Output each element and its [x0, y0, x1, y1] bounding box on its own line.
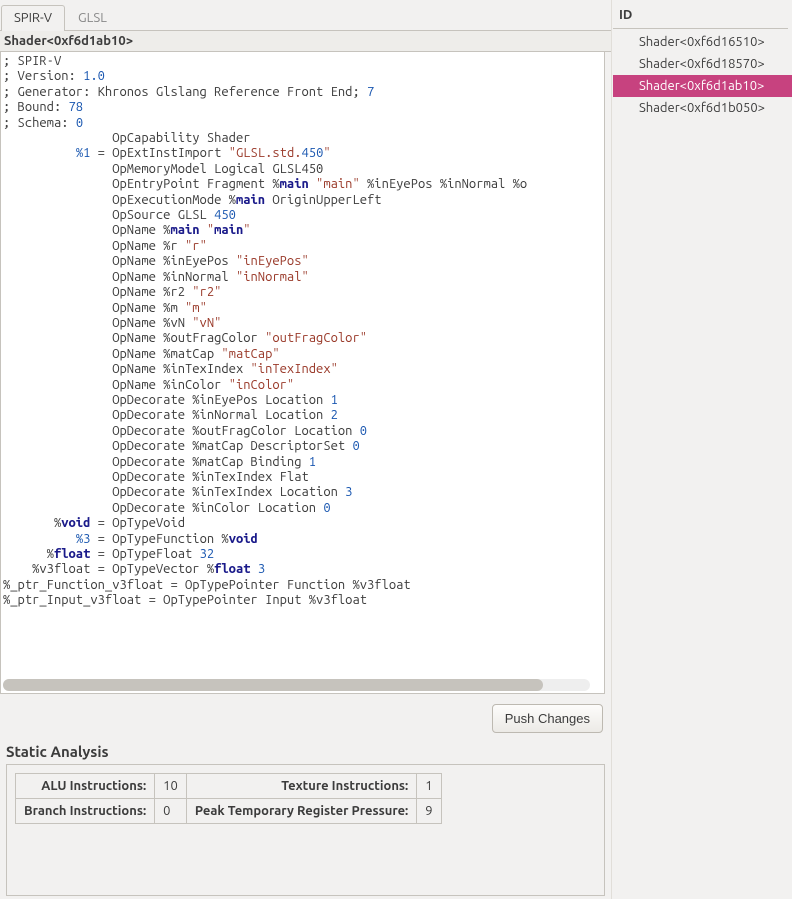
- static-analysis-table: ALU Instructions: 10 Texture Instruction…: [15, 773, 442, 824]
- sa-value: 10: [155, 774, 187, 799]
- sa-value: 1: [417, 774, 441, 799]
- static-analysis-title: Static Analysis: [0, 743, 611, 764]
- id-list-item[interactable]: Shader<0xf6d1ab10>: [613, 75, 792, 97]
- tab-spirv[interactable]: SPIR-V: [1, 5, 65, 31]
- scrollbar-horizontal-thumb[interactable]: [3, 679, 543, 691]
- static-analysis-panel: ALU Instructions: 10 Texture Instruction…: [6, 764, 605, 896]
- app-root: SPIR-V GLSL Shader<0xf6d1ab10> ; SPIR-V …: [0, 0, 792, 899]
- sa-value: 9: [417, 799, 441, 824]
- table-row: ALU Instructions: 10 Texture Instruction…: [16, 774, 442, 799]
- id-list-item[interactable]: Shader<0xf6d16510>: [613, 31, 792, 53]
- shader-title: Shader<0xf6d1ab10>: [0, 31, 611, 52]
- sa-label: Branch Instructions:: [16, 799, 155, 824]
- table-row: Branch Instructions: 0 Peak Temporary Re…: [16, 799, 442, 824]
- sa-label: Peak Temporary Register Pressure:: [186, 799, 416, 824]
- id-list-item[interactable]: Shader<0xf6d18570>: [613, 53, 792, 75]
- left-pane: SPIR-V GLSL Shader<0xf6d1ab10> ; SPIR-V …: [0, 0, 611, 899]
- sa-label: Texture Instructions:: [186, 774, 416, 799]
- code-scroll-area[interactable]: ; SPIR-V ; Version: 1.0 ; Generator: Khr…: [1, 52, 604, 693]
- id-list: Shader<0xf6d16510>Shader<0xf6d18570>Shad…: [613, 29, 792, 119]
- tab-glsl[interactable]: GLSL: [65, 5, 120, 31]
- right-pane: ID Shader<0xf6d16510>Shader<0xf6d18570>S…: [611, 0, 792, 899]
- code-text: ; SPIR-V ; Version: 1.0 ; Generator: Khr…: [3, 54, 604, 609]
- scrollbar-horizontal[interactable]: [3, 679, 590, 691]
- sa-label: ALU Instructions:: [16, 774, 155, 799]
- id-column-header[interactable]: ID: [613, 4, 788, 29]
- button-row: Push Changes: [0, 694, 611, 743]
- scrollbar-vertical[interactable]: [590, 54, 602, 677]
- sa-value: 0: [155, 799, 187, 824]
- code-viewer: ; SPIR-V ; Version: 1.0 ; Generator: Khr…: [0, 52, 605, 694]
- tab-bar: SPIR-V GLSL: [0, 0, 611, 31]
- id-list-item[interactable]: Shader<0xf6d1b050>: [613, 97, 792, 119]
- push-changes-button[interactable]: Push Changes: [492, 704, 603, 733]
